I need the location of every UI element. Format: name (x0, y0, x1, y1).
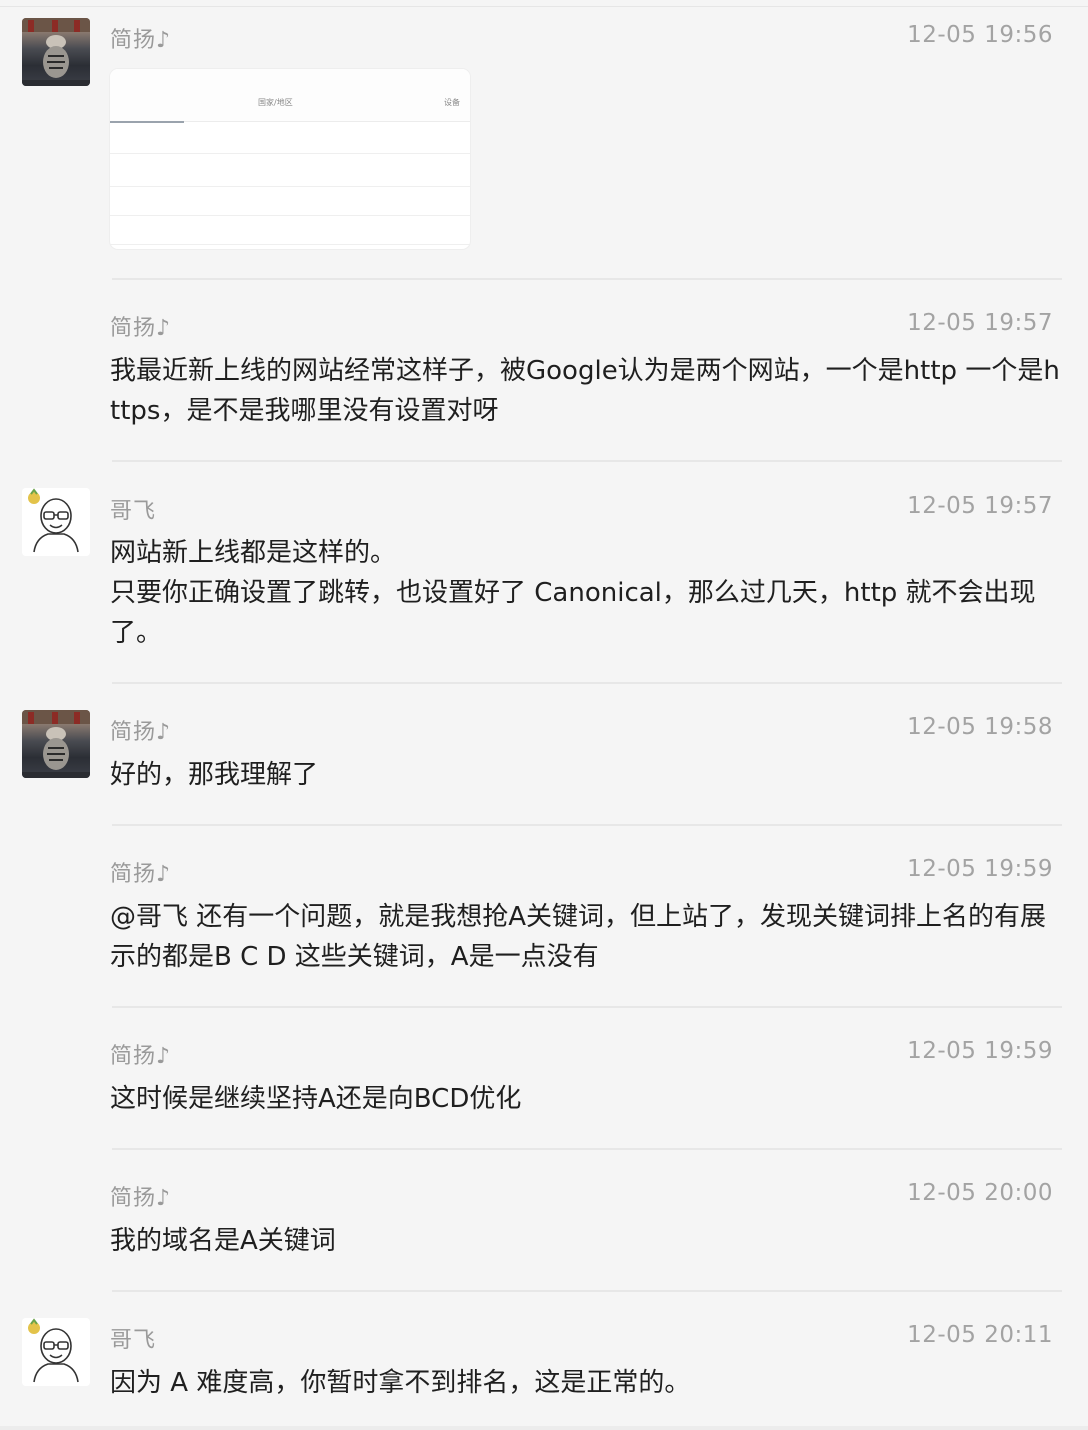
thumbnail-row-line (110, 186, 470, 187)
sender-name: 简扬♪ (110, 862, 172, 887)
sender-name: 简扬♪ (110, 720, 172, 745)
cartoon-avatar-icon[interactable] (22, 1318, 90, 1386)
sender-name: 哥飞 (110, 499, 157, 524)
message-divider (112, 460, 1062, 462)
thumbnail-row-line (110, 153, 470, 154)
thumbnail-header (110, 69, 470, 122)
message-time: 12-05 19:56 (907, 22, 1053, 48)
tiger-avatar-icon[interactable] (22, 18, 90, 86)
message-text: 我的域名是A关键词 (110, 1226, 336, 1256)
image-thumbnail[interactable]: 国家/地区 设备 (110, 69, 470, 249)
message-divider (112, 1290, 1062, 1292)
message-text: @哥飞 还有一个问题，就是我想抢A关键词，但上站了，发现关键词排上名的有展示的都… (110, 902, 1047, 972)
message-divider (112, 278, 1062, 280)
thumbnail-col-country: 国家/地区 (258, 98, 293, 107)
message-time: 12-05 19:59 (907, 856, 1053, 882)
message-time: 12-05 19:58 (907, 714, 1053, 740)
sender-name: 简扬♪ (110, 28, 172, 53)
message-divider (112, 682, 1062, 684)
message-text: 网站新上线都是这样的。 只要你正确设置了跳转，也设置好了 Canonical，那… (110, 538, 1036, 648)
sender-name: 简扬♪ (110, 1186, 172, 1211)
message-text: 好的，那我理解了 (110, 760, 319, 790)
message-time: 12-05 19:57 (907, 493, 1053, 519)
thumbnail-col-device: 设备 (444, 98, 460, 107)
message-time: 12-05 19:57 (907, 310, 1053, 336)
thumbnail-row-line (110, 244, 470, 245)
cartoon-avatar-icon[interactable] (22, 488, 90, 556)
message-time: 12-05 20:00 (907, 1180, 1053, 1206)
sender-name: 简扬♪ (110, 316, 172, 341)
tiger-avatar-icon[interactable] (22, 710, 90, 778)
sender-name: 哥飞 (110, 1328, 157, 1353)
thumbnail-row-line (110, 215, 470, 216)
message-text: 这时候是继续坚持A还是向BCD优化 (110, 1084, 522, 1114)
message-time: 12-05 19:59 (907, 1038, 1053, 1064)
sender-name: 简扬♪ (110, 1044, 172, 1069)
thumbnail-active-tab (110, 121, 184, 123)
message-time: 12-05 20:11 (907, 1322, 1053, 1348)
message-divider (112, 824, 1062, 826)
message-divider (112, 1148, 1062, 1150)
message-text: 因为 A 难度高，你暂时拿不到排名，这是正常的。 (110, 1368, 691, 1398)
message-text: 我最近新上线的网站经常这样子，被Google认为是两个网站，一个是http 一个… (110, 356, 1060, 426)
top-divider (0, 6, 1088, 7)
message-divider (112, 1006, 1062, 1008)
bottom-divider (0, 1426, 1088, 1430)
